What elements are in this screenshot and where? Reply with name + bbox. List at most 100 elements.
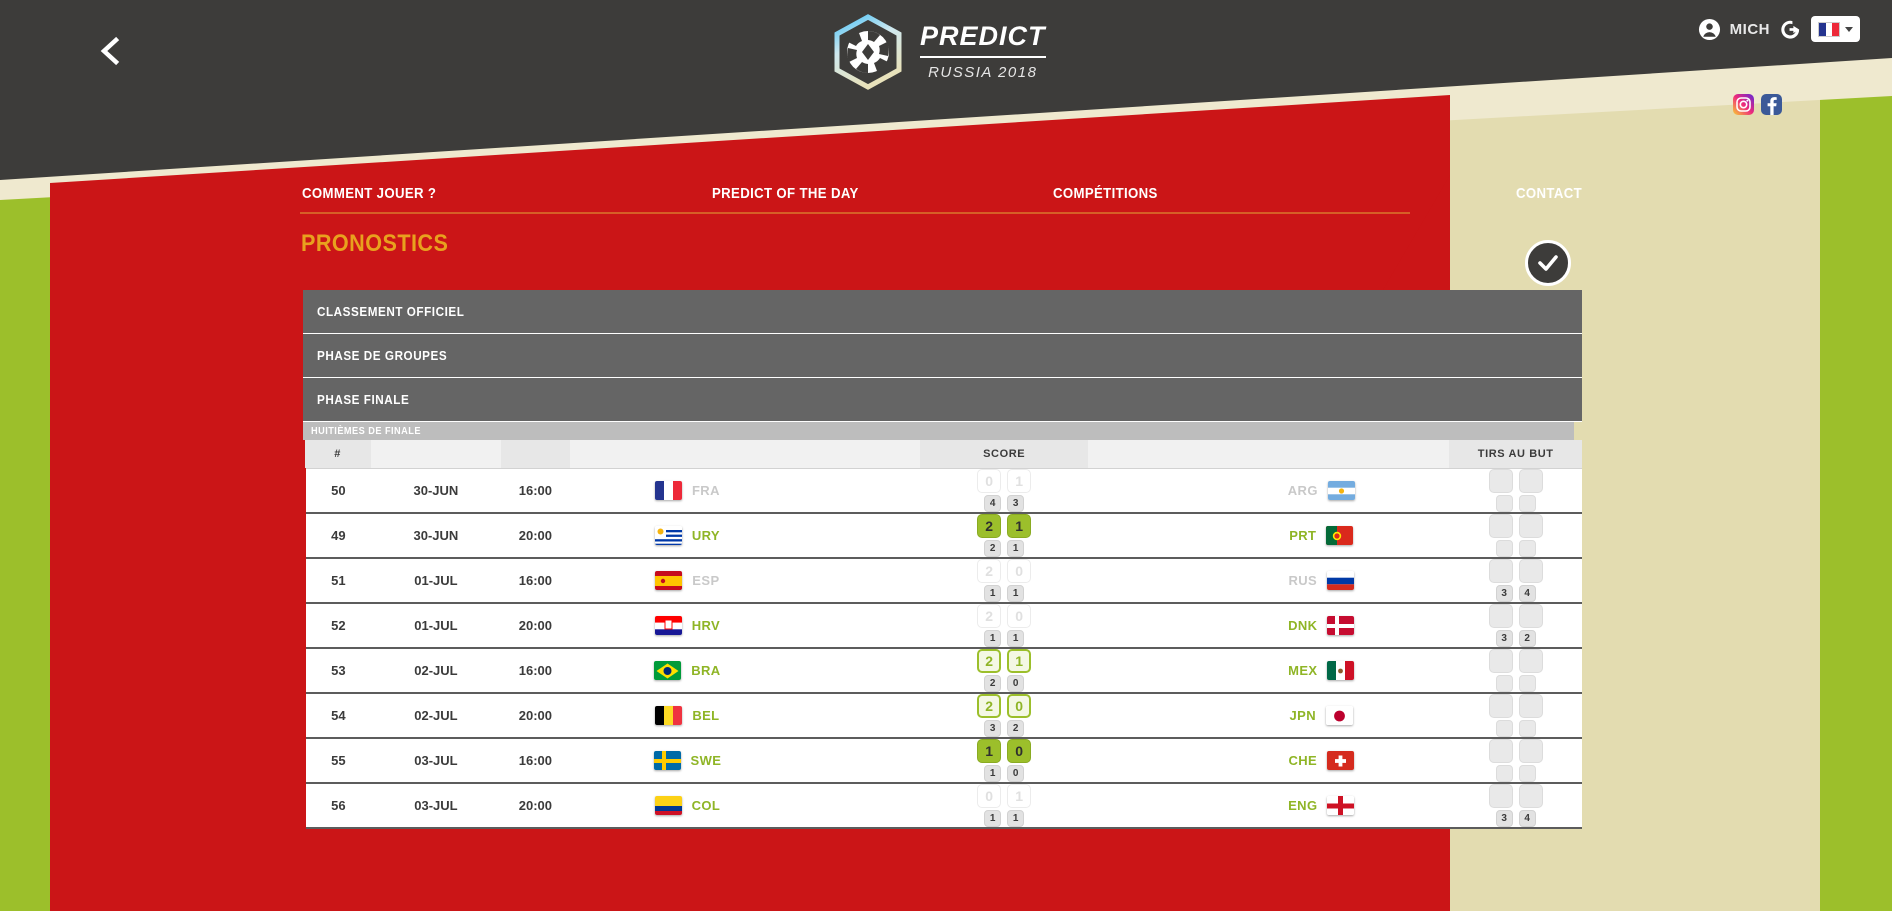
prediction-box[interactable]: 1 xyxy=(1007,514,1032,538)
prediction-box[interactable] xyxy=(1518,784,1543,808)
home-team-code: URY xyxy=(691,528,720,543)
prediction-box[interactable] xyxy=(1488,468,1513,493)
prediction-box[interactable] xyxy=(1518,604,1543,628)
home-team-cell: ESP xyxy=(569,558,921,604)
prediction-box[interactable] xyxy=(1488,649,1513,673)
prediction-box[interactable] xyxy=(1488,604,1513,628)
prediction-box[interactable]: 0 xyxy=(1007,739,1032,763)
prediction-box[interactable] xyxy=(1488,739,1513,763)
result-box: 3 xyxy=(1495,810,1513,827)
result-box: 2 xyxy=(984,675,1002,692)
home-team-cell: COL xyxy=(569,783,921,829)
col-header-date xyxy=(370,440,502,469)
prediction-box[interactable] xyxy=(1488,694,1513,718)
nav-item-competitions[interactable]: COMPÉTITIONS xyxy=(1053,185,1158,202)
flag-col-icon xyxy=(654,796,682,815)
back-button[interactable] xyxy=(96,36,126,66)
match-date: 30-JUN xyxy=(370,513,502,559)
prediction-box[interactable]: 2 xyxy=(977,694,1002,718)
result-box: 4 xyxy=(1518,585,1536,602)
nav-item-predict-of-the-day[interactable]: PREDICT OF THE DAY xyxy=(712,185,859,202)
accordion-classement-officiel[interactable]: CLASSEMENT OFFICIEL xyxy=(303,290,1582,334)
result-box: 1 xyxy=(984,630,1002,647)
prediction-box[interactable]: 2 xyxy=(977,514,1002,538)
result-box: 3 xyxy=(1495,585,1513,602)
home-team-code: HRV xyxy=(691,618,721,633)
away-team-code: PRT xyxy=(1289,528,1317,543)
prediction-box[interactable]: 0 xyxy=(977,468,1002,493)
prediction-box[interactable] xyxy=(1518,694,1543,718)
home-team-code: COL xyxy=(691,798,721,813)
table-row: 52 01-JUL 20:00 HRV 2 0 1 1 DNK 3 2 xyxy=(302,603,1582,649)
match-time: 20:00 xyxy=(501,693,570,739)
result-box xyxy=(1518,540,1536,557)
flag-arg-icon xyxy=(1327,480,1355,500)
account-circle-icon[interactable] xyxy=(1698,18,1721,41)
prediction-box[interactable]: 1 xyxy=(977,739,1002,763)
home-team-cell: SWE xyxy=(569,738,921,784)
prediction-box[interactable]: 1 xyxy=(1007,468,1032,493)
score-cell: 2011 xyxy=(920,558,1089,604)
pronostics-panel: CLASSEMENT OFFICIEL PHASE DE GROUPES PHA… xyxy=(302,290,1582,829)
result-box: 0 xyxy=(1007,675,1025,692)
prediction-box[interactable]: 2 xyxy=(977,604,1002,628)
match-time: 16:00 xyxy=(501,558,570,604)
prediction-box[interactable]: 0 xyxy=(1007,694,1032,718)
prediction-box[interactable] xyxy=(1518,559,1543,583)
prediction-box[interactable]: 1 xyxy=(1007,649,1032,673)
penalties-cell: 34 xyxy=(1449,558,1582,604)
prediction-box[interactable]: 0 xyxy=(1007,559,1032,583)
result-box xyxy=(1495,720,1513,737)
round-header: HUITIÈMES DE FINALE xyxy=(303,422,1574,440)
match-time: 20:00 xyxy=(501,513,570,559)
away-team-cell: MEX xyxy=(1088,648,1450,694)
result-box xyxy=(1518,720,1536,737)
nav-item-contact[interactable]: CONTACT xyxy=(1516,185,1582,202)
language-selector[interactable] xyxy=(1811,16,1860,42)
logo-subtitle: RUSSIA 2018 xyxy=(928,64,1038,81)
score-cell: 1010 xyxy=(920,738,1089,784)
match-number: 52 xyxy=(302,603,371,649)
col-header-number: # xyxy=(304,440,371,469)
main-navigation: COMMENT JOUER ? PREDICT OF THE DAY COMPÉ… xyxy=(0,185,1892,221)
flag-swe-icon xyxy=(653,751,681,770)
nav-item-comment-jouer[interactable]: COMMENT JOUER ? xyxy=(302,185,436,202)
prediction-box[interactable]: 2 xyxy=(977,559,1002,583)
table-row: 49 30-JUN 20:00 URY 2 1 2 1 PRT xyxy=(302,513,1582,559)
away-team-cell: ARG xyxy=(1088,468,1450,514)
prediction-box[interactable]: 2 xyxy=(977,649,1002,673)
prediction-box[interactable] xyxy=(1488,784,1513,808)
prediction-box[interactable] xyxy=(1488,559,1513,583)
instagram-icon[interactable] xyxy=(1733,94,1754,115)
prediction-box[interactable] xyxy=(1518,514,1543,538)
flag-fra-icon xyxy=(654,480,682,500)
prediction-box[interactable] xyxy=(1488,514,1513,538)
away-team-code: MEX xyxy=(1288,663,1318,678)
penalties-cell xyxy=(1449,468,1582,514)
prediction-box[interactable]: 0 xyxy=(977,784,1002,808)
round-label: HUITIÈMES DE FINALE xyxy=(311,425,421,437)
home-team-code: ESP xyxy=(692,573,720,588)
validate-predictions-button[interactable] xyxy=(1525,240,1571,286)
prediction-box[interactable] xyxy=(1518,739,1543,763)
prediction-box[interactable]: 1 xyxy=(1007,784,1032,808)
match-time: 16:00 xyxy=(501,648,570,694)
flag-dnk-icon xyxy=(1327,616,1355,635)
col-header-home xyxy=(569,440,921,469)
accordion-phase-finale[interactable]: PHASE FINALE xyxy=(303,378,1582,422)
prediction-box[interactable]: 0 xyxy=(1007,604,1032,628)
accordion-phase-de-groupes[interactable]: PHASE DE GROUPES xyxy=(303,334,1582,378)
penalties-cell: 32 xyxy=(1449,603,1582,649)
chevron-left-icon xyxy=(100,36,120,66)
logout-icon[interactable] xyxy=(1779,18,1802,41)
away-team-code: CHE xyxy=(1288,753,1318,768)
prediction-box[interactable] xyxy=(1518,649,1543,673)
prediction-box[interactable] xyxy=(1518,468,1543,493)
score-cell: 2120 xyxy=(920,648,1089,694)
col-header-penalties: TIRS AU BUT xyxy=(1449,440,1582,469)
match-number: 49 xyxy=(302,513,371,559)
result-box xyxy=(1518,765,1536,782)
site-logo[interactable]: PREDICT RUSSIA 2018 xyxy=(830,14,1046,90)
facebook-icon[interactable] xyxy=(1761,94,1782,115)
flag-eng-icon xyxy=(1327,796,1355,815)
